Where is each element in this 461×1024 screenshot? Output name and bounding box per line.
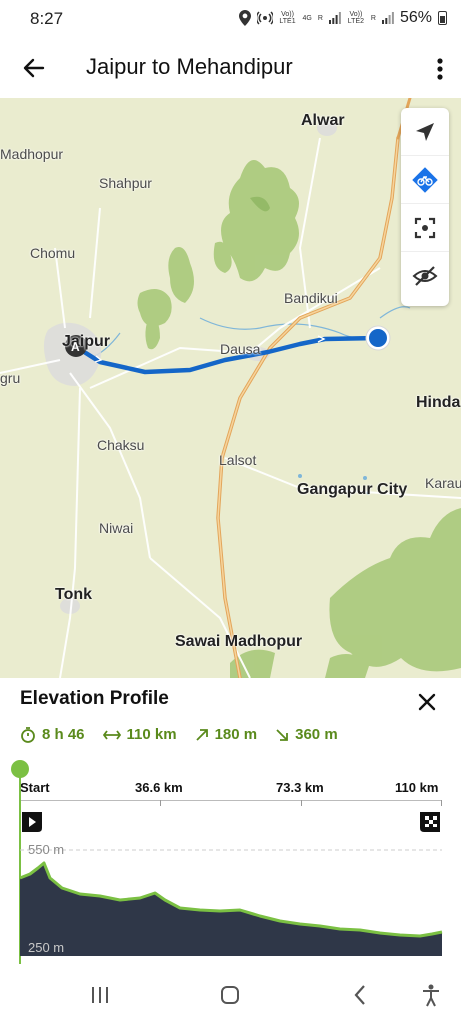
system-nav-bar — [0, 964, 461, 1024]
arrow-left-icon — [23, 58, 45, 78]
accessibility-icon — [423, 984, 439, 1007]
horizontal-arrows-icon — [102, 729, 121, 740]
focus-frame-icon — [414, 217, 436, 238]
hotspot-icon — [256, 11, 273, 25]
axis-tickmark — [441, 800, 442, 806]
navigation-arrow-icon — [416, 122, 434, 141]
signal-icon-1 — [328, 12, 341, 24]
map-label-jaipur: Jaipur — [62, 333, 111, 350]
map-label-sawai-madhopur: Sawai Madhopur — [175, 633, 303, 650]
page-title: Jaipur to Mehandipur — [86, 54, 293, 79]
route-type-button[interactable] — [401, 156, 449, 204]
elevation-title: Elevation Profile — [20, 688, 169, 709]
duration-value: 8 h 46 — [42, 726, 85, 743]
distance-axis: Start 36.6 km 73.3 km 110 km — [0, 768, 461, 828]
stat-distance: 110 km — [102, 726, 177, 743]
map-label-karau: Karau — [425, 475, 461, 491]
network-type: 4G — [302, 14, 312, 22]
signal-icon-2 — [381, 12, 394, 24]
recent-apps-icon — [92, 987, 108, 1003]
map-label-chomu: Chomu — [30, 245, 76, 261]
back-button[interactable] — [18, 52, 50, 84]
home-icon — [221, 986, 239, 1004]
status-time: 8:27 — [30, 9, 64, 28]
axis-tickmark — [160, 800, 161, 806]
arrow-down-right-icon — [276, 728, 289, 741]
chevron-left-icon — [354, 985, 365, 1005]
play-icon — [22, 812, 42, 832]
home-button[interactable] — [210, 982, 250, 1008]
roaming-2: R — [370, 14, 376, 22]
stat-duration: 8 h 46 — [20, 726, 85, 743]
map-label-dausa: Dausa — [220, 341, 261, 357]
lte1-label: Vo)) LTE1 — [279, 11, 296, 25]
map-label-niwai: Niwai — [99, 520, 134, 536]
axis-tick-2: 73.3 km — [276, 780, 324, 795]
close-icon — [418, 693, 436, 711]
axis-tick-1: 36.6 km — [135, 780, 183, 795]
map-label-chaksu: Chaksu — [97, 437, 145, 453]
ascent-value: 180 m — [214, 726, 258, 743]
start-marker-label: A — [71, 340, 80, 354]
map-label-bandikui: Bandikui — [284, 290, 338, 306]
app-header: Jaipur to Mehandipur — [0, 40, 461, 98]
map-label-tonk: Tonk — [55, 586, 93, 603]
distance-value: 110 km — [126, 726, 177, 743]
map-label-alwar: Alwar — [301, 112, 345, 129]
arrow-up-right-icon — [195, 728, 208, 741]
battery-icon — [438, 11, 447, 25]
elevation-chart-svg — [19, 849, 443, 956]
descent-value: 360 m — [295, 726, 338, 743]
map-label-shahpur: Shahpur — [99, 175, 152, 191]
location-icon — [238, 10, 251, 26]
axis-tick-start: Start — [20, 780, 50, 795]
location-dot — [365, 325, 391, 351]
status-bar: 8:27 Vo)) LTE1 4G R Vo)) LTE2 R 56% — [0, 0, 461, 40]
map-label-madhopur: Madhopur — [0, 146, 64, 162]
recent-apps-button[interactable] — [80, 982, 120, 1008]
more-vertical-icon — [437, 58, 443, 80]
close-button[interactable] — [411, 686, 443, 718]
finish-flag — [418, 810, 442, 834]
map-tools — [401, 108, 449, 306]
eye-off-icon — [412, 266, 438, 286]
fit-view-button[interactable] — [401, 204, 449, 252]
stat-descent: 360 m — [275, 726, 338, 743]
bicycle-icon — [412, 166, 438, 193]
map-label-gru: gru — [0, 370, 21, 386]
map-label-gangapur: Gangapur City — [297, 481, 408, 498]
more-options-button[interactable] — [433, 52, 447, 84]
stopwatch-icon — [21, 726, 35, 743]
locate-button[interactable] — [401, 108, 449, 156]
start-flag — [20, 810, 44, 834]
map-label-lalsot: Lalsot — [219, 452, 257, 468]
axis-tick-end: 110 km — [395, 780, 439, 795]
elevation-panel: Elevation Profile 8 h 46 110 km 180 m 36… — [0, 678, 461, 964]
route-map[interactable]: Alwar Madhopur Shahpur Chomu Bandikui Ja… — [0, 98, 461, 678]
lte2-label: Vo)) LTE2 — [347, 11, 365, 25]
elevation-chart[interactable]: 550 m 250 m — [0, 838, 461, 964]
roaming-1: R — [317, 14, 323, 22]
hide-overlay-button[interactable] — [401, 252, 449, 300]
map-label-hinda: Hinda — [416, 394, 461, 411]
y-label-min: 250 m — [28, 940, 65, 955]
accessibility-button[interactable] — [411, 982, 451, 1008]
axis-line — [20, 800, 442, 801]
route-stats: 8 h 46 110 km 180 m 360 m — [20, 726, 338, 743]
stat-ascent: 180 m — [195, 726, 258, 743]
battery-percent: 56% — [399, 9, 432, 26]
back-nav-button[interactable] — [340, 982, 380, 1008]
y-label-max: 550 m — [28, 842, 65, 857]
axis-tickmark — [301, 800, 302, 806]
checkered-flag-icon — [420, 812, 440, 832]
